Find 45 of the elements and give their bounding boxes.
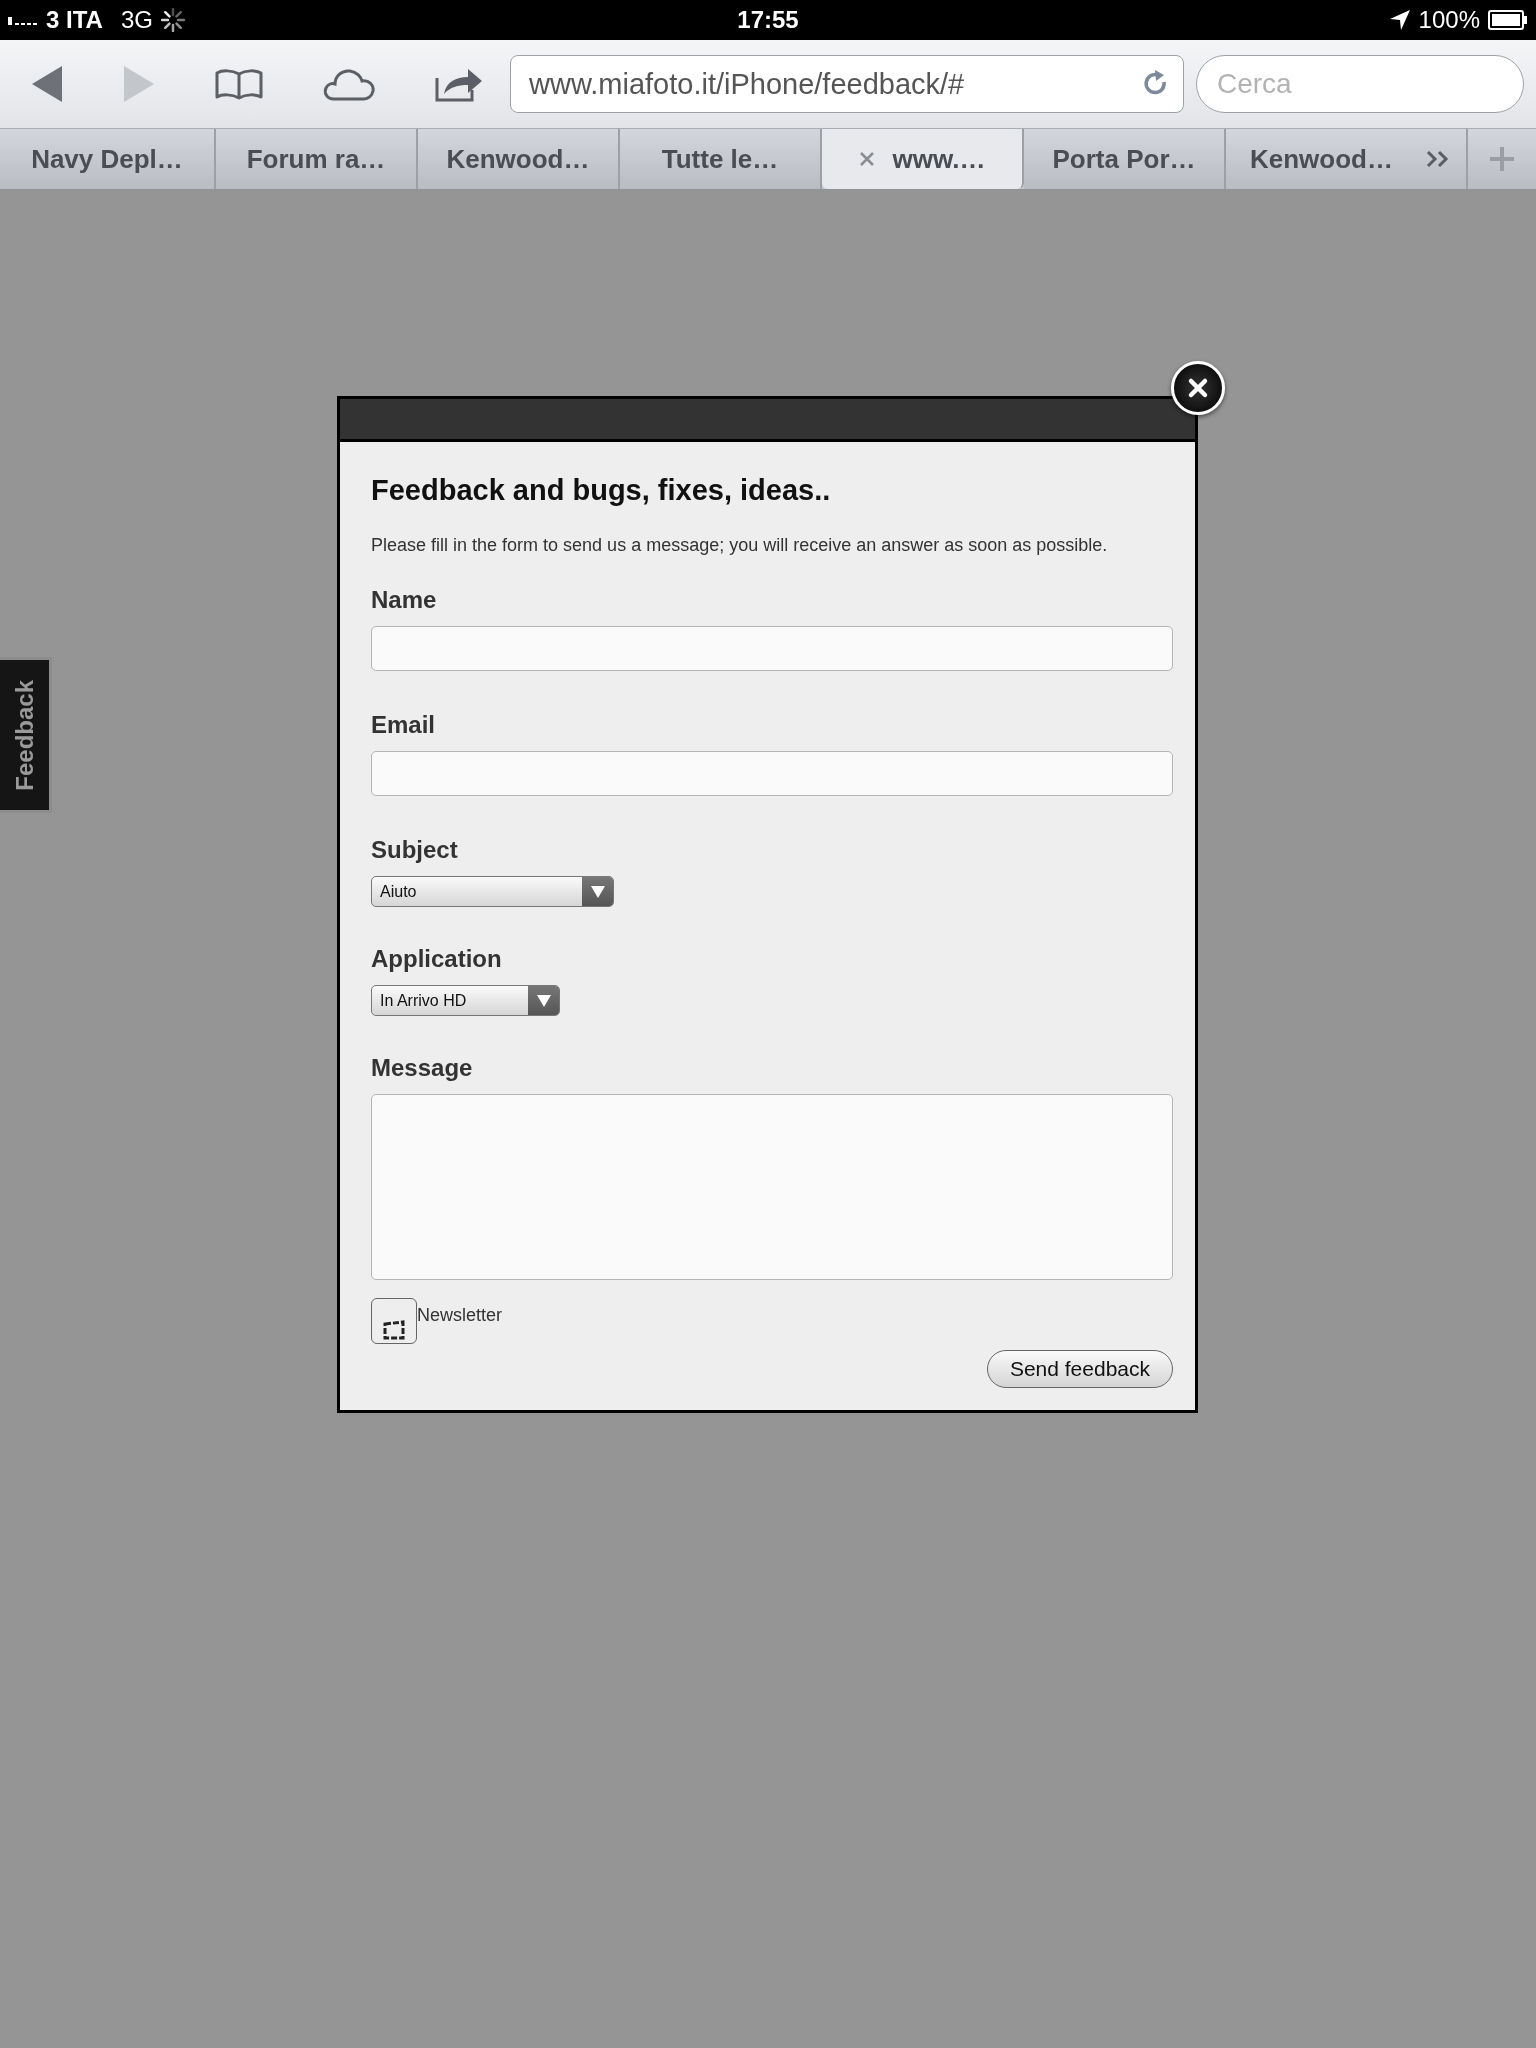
caret-icon — [536, 994, 551, 1007]
network-type: 3G — [120, 6, 153, 34]
dropdown[interactable]: In Arrivo HD — [371, 985, 560, 1016]
carrier-name: 3 ITA — [46, 6, 103, 34]
field-label: Subject — [371, 836, 459, 864]
close-button[interactable] — [1171, 361, 1225, 415]
address-field[interactable]: www.miafoto.it/iPhone/feedback/# — [510, 55, 1184, 113]
text-field[interactable] — [371, 751, 1173, 796]
more-tabs-icon[interactable] — [1426, 150, 1450, 168]
browser-tab[interactable]: Forum ra… — [216, 129, 418, 189]
close-icon — [1187, 377, 1209, 399]
battery-icon — [1488, 10, 1528, 30]
browser-tab[interactable]: Kenwood… — [1226, 129, 1468, 189]
checkbox[interactable] — [371, 1298, 417, 1344]
location-arrow-icon — [1388, 9, 1411, 31]
dialog-description: Please fill in the form to send us a message; you will receive an answer as soon as possible. — [371, 535, 1109, 556]
battery-percent: 100% — [1418, 6, 1480, 34]
field-label: Application — [371, 945, 503, 973]
browser-tab[interactable]: www.… — [822, 129, 1024, 189]
field-label: Email — [371, 711, 437, 739]
clock-time: 17:55 — [737, 6, 799, 34]
plus-icon — [1489, 146, 1515, 172]
cloud-icon[interactable] — [322, 67, 376, 101]
search-field[interactable]: Cerca — [1196, 55, 1524, 113]
dialog-title: Feedback and bugs, fixes, ideas.. — [371, 474, 832, 507]
close-icon[interactable] — [858, 151, 875, 167]
square-icon — [383, 1320, 405, 1340]
caret-icon — [590, 885, 605, 898]
browser-tab[interactable]: Navy Depl… — [0, 129, 216, 189]
activity-spinner-icon — [160, 8, 185, 32]
send-feedback-button[interactable]: Send feedback — [986, 1350, 1173, 1388]
field-label: Name — [371, 586, 438, 614]
feedback-side-tab[interactable]: Feedback — [0, 657, 52, 813]
field-label: Message — [371, 1054, 474, 1082]
newsletter-label: Newsletter — [417, 1304, 503, 1326]
share-icon[interactable] — [434, 66, 484, 102]
back-icon[interactable] — [30, 64, 64, 104]
text-field[interactable] — [371, 626, 1173, 671]
signal-icon — [8, 15, 38, 25]
dropdown[interactable]: Aiuto — [371, 876, 614, 907]
browser-tab[interactable]: Porta Por… — [1024, 129, 1226, 189]
browser-tab[interactable]: Tutte le… — [620, 129, 822, 189]
book-icon[interactable] — [214, 68, 264, 100]
browser-tab[interactable]: Kenwood… — [418, 129, 620, 189]
message-field[interactable] — [371, 1094, 1173, 1280]
